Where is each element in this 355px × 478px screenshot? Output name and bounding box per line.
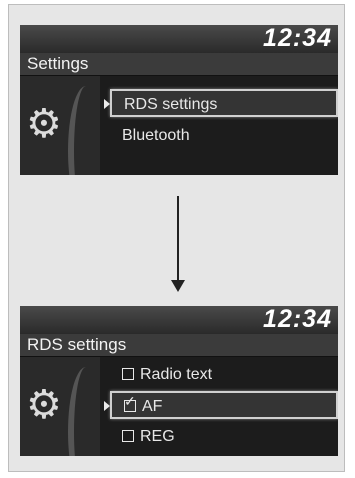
menu-item-label: RDS settings bbox=[124, 96, 218, 113]
menu-item-reg[interactable]: REG bbox=[110, 423, 338, 451]
scroll-arc bbox=[68, 86, 104, 175]
menu-item-rds-settings[interactable]: RDS settings bbox=[104, 89, 338, 117]
menu-item-label: Radio text bbox=[140, 366, 213, 383]
settings-menu: RDS settings Bluetooth bbox=[104, 76, 338, 175]
rds-menu: Radio text ✓ AF REG bbox=[104, 357, 338, 456]
menu-item-label: REG bbox=[140, 428, 175, 445]
clock: 12:34 bbox=[263, 25, 332, 52]
checkbox-checked[interactable]: ✓ bbox=[124, 394, 136, 412]
checkbox-unchecked[interactable] bbox=[122, 430, 134, 442]
selection-pointer-icon bbox=[104, 99, 110, 109]
selection-pointer-icon bbox=[104, 401, 110, 411]
scroll-arc bbox=[68, 367, 104, 456]
rds-settings-screen: 12:34 RDS settings ⚙ Radio text ✓ AF REG bbox=[20, 306, 338, 456]
page-title: RDS settings bbox=[27, 335, 127, 354]
status-bar: 12:34 bbox=[20, 306, 338, 334]
settings-icon-panel: ⚙ bbox=[20, 357, 100, 456]
status-bar: 12:34 bbox=[20, 25, 338, 53]
gear-icon: ⚙ bbox=[26, 383, 62, 427]
settings-screen: 12:34 Settings ⚙ RDS settings Bluetooth bbox=[20, 25, 338, 175]
check-icon: ✓ bbox=[124, 393, 136, 409]
gear-icon: ⚙ bbox=[26, 102, 62, 146]
menu-item-af[interactable]: ✓ AF bbox=[104, 391, 338, 419]
menu-item-label: AF bbox=[142, 398, 163, 415]
settings-icon-panel: ⚙ bbox=[20, 76, 100, 175]
arrow-head-icon bbox=[171, 280, 185, 292]
page-title: Settings bbox=[27, 54, 89, 73]
arrow-down-icon bbox=[177, 196, 179, 284]
menu-item-label: Bluetooth bbox=[122, 127, 190, 144]
checkbox-unchecked[interactable] bbox=[122, 368, 134, 380]
clock: 12:34 bbox=[263, 306, 332, 333]
title-bar: RDS settings bbox=[20, 334, 338, 357]
title-bar: Settings bbox=[20, 53, 338, 76]
menu-item-radio-text[interactable]: Radio text bbox=[110, 361, 338, 389]
menu-item-bluetooth[interactable]: Bluetooth bbox=[110, 122, 338, 150]
